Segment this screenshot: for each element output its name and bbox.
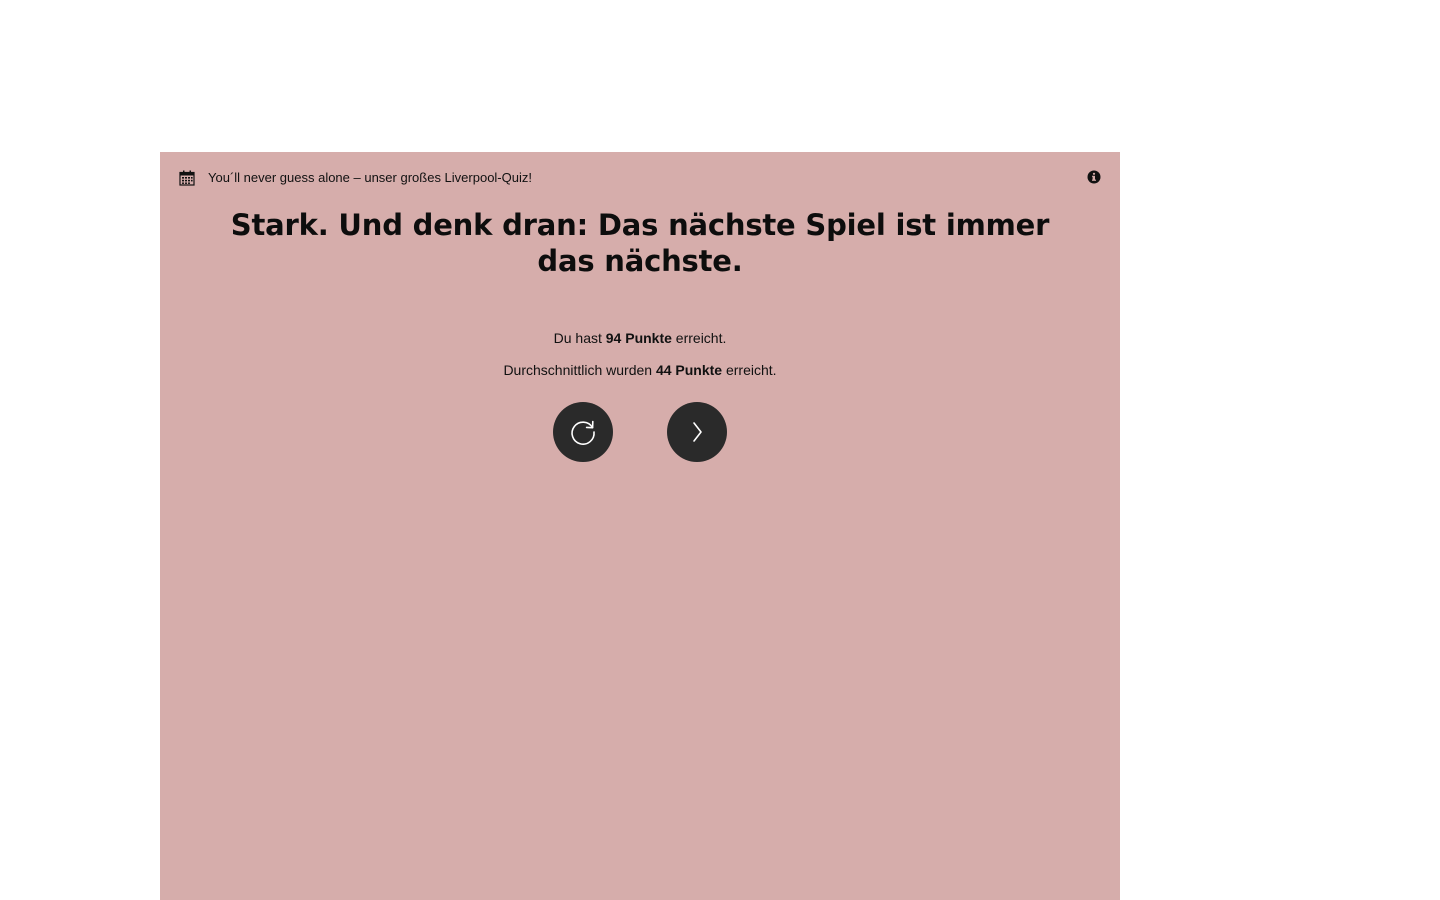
chevron-right-icon <box>682 417 712 447</box>
average-score-text: Durchschnittlich wurden 44 Punkte erreic… <box>160 361 1120 379</box>
average-score-prefix: Durchschnittlich wurden <box>503 362 656 378</box>
result-headline: Stark. Und denk dran: Das nächste Spiel … <box>230 208 1050 278</box>
quiz-title: You´ll never guess alone – unser großes … <box>208 170 532 185</box>
user-score-points: 94 Punkte <box>605 330 672 346</box>
user-score-suffix: erreicht. <box>671 330 727 346</box>
quiz-panel: You´ll never guess alone – unser großes … <box>160 152 1120 900</box>
average-score-suffix: erreicht. <box>722 362 777 378</box>
average-score-points: 44 Punkte <box>655 362 723 378</box>
restart-button[interactable] <box>553 402 613 462</box>
info-icon[interactable] <box>1087 170 1101 184</box>
user-score-text: Du hast 94 Punkte erreicht. <box>160 329 1120 347</box>
quiz-header: You´ll never guess alone – unser großes … <box>179 169 1101 187</box>
refresh-icon <box>568 417 598 447</box>
next-button[interactable] <box>667 402 727 462</box>
calendar-icon <box>179 170 195 186</box>
user-score-prefix: Du hast <box>553 330 606 346</box>
